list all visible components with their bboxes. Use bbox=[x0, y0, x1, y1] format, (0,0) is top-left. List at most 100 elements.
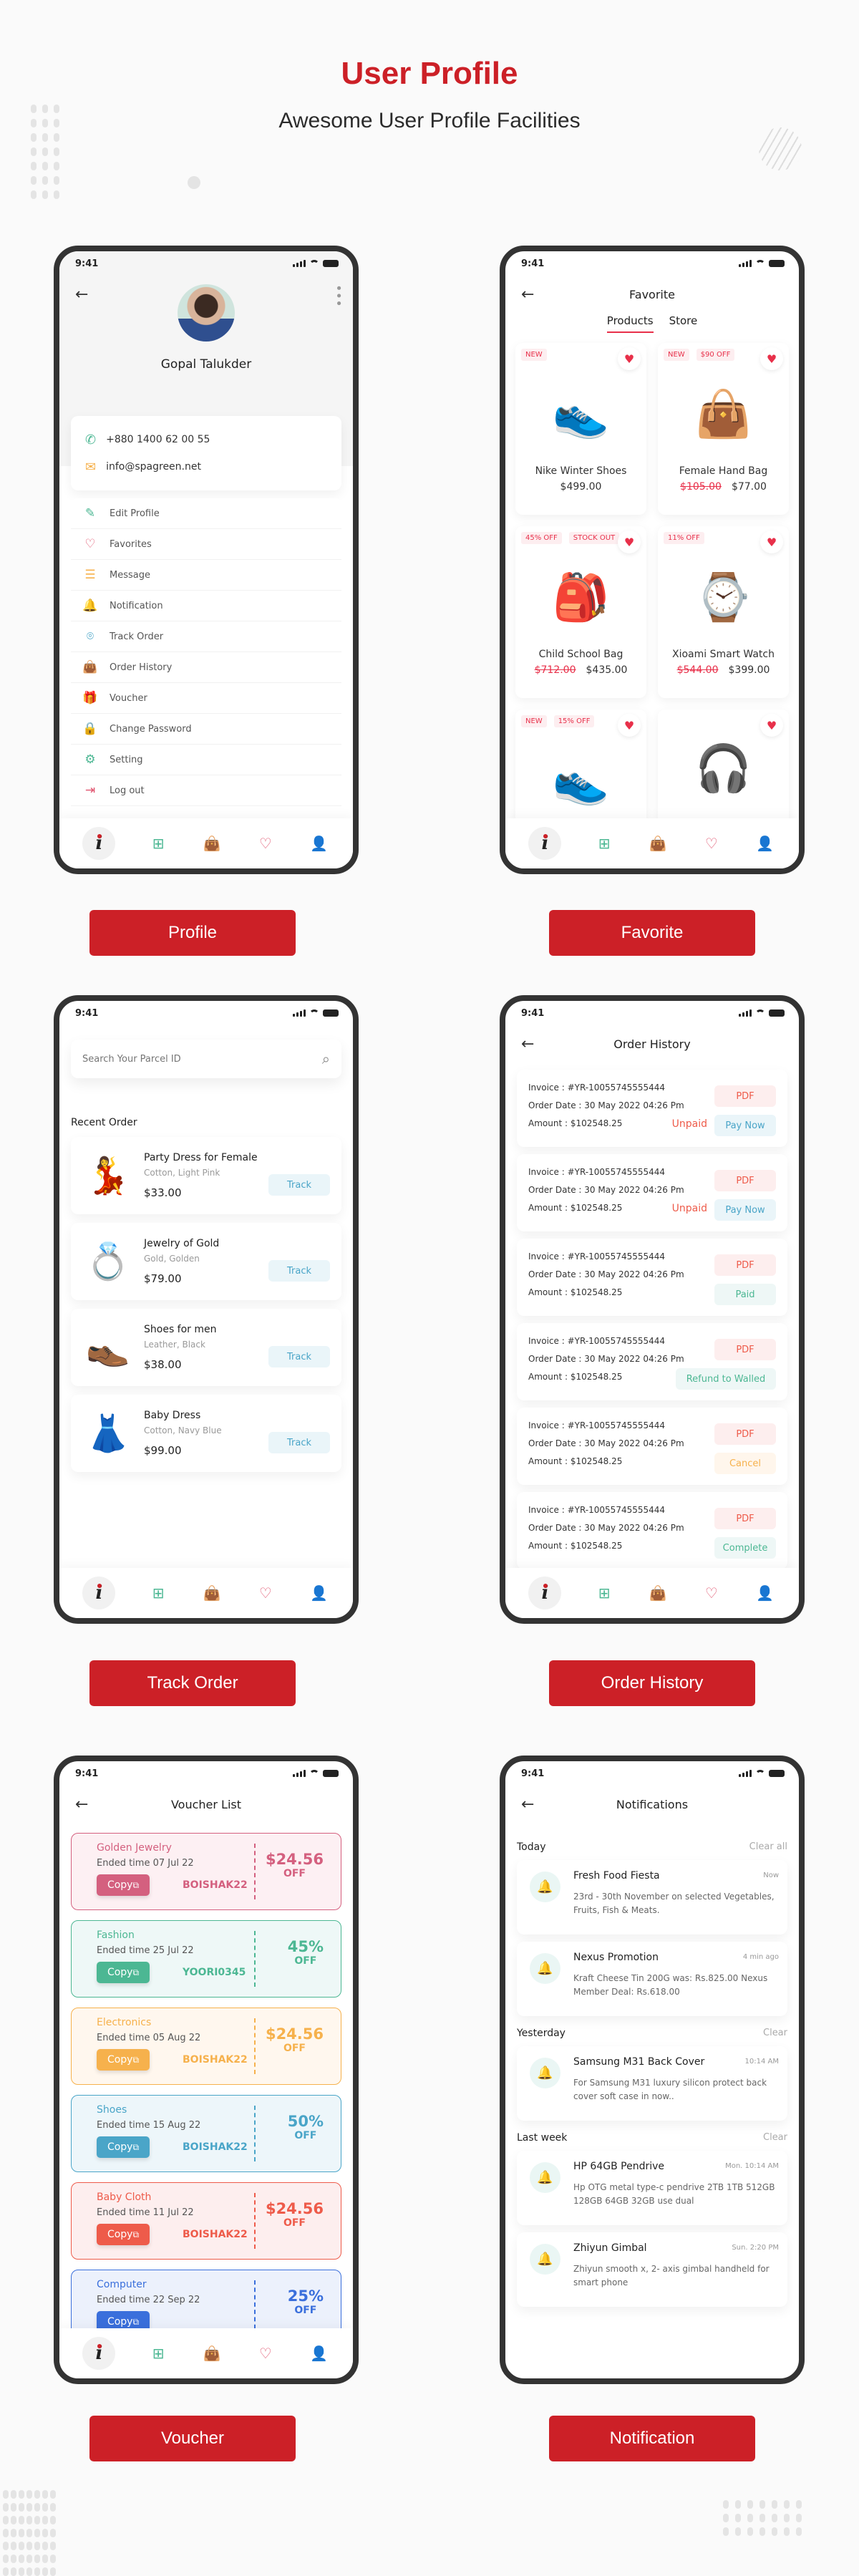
dot bbox=[50, 2529, 56, 2537]
status-action-button[interactable]: Pay Now bbox=[714, 1115, 776, 1136]
order-history-label-button[interactable]: Order History bbox=[549, 1660, 755, 1706]
dots-decoration bbox=[723, 2500, 802, 2536]
heart-icon[interactable]: ♡ bbox=[255, 1584, 276, 1602]
dot bbox=[31, 133, 37, 142]
home-logo-icon[interactable]: i bbox=[82, 827, 116, 860]
signal-icon bbox=[739, 1770, 752, 1777]
copy-button[interactable]: Copy ⧉ bbox=[97, 1962, 150, 1983]
notification-card[interactable]: 🔔 Fresh Food Fiesta Now 23rd - 30th Novembe… bbox=[517, 1860, 787, 1935]
copy-label: Copy bbox=[107, 2316, 133, 2328]
bag-icon[interactable]: 👜 bbox=[201, 2345, 223, 2362]
more-options-icon[interactable]: ••• bbox=[331, 284, 346, 307]
back-arrow-icon[interactable]: ← bbox=[75, 1796, 88, 1814]
clear-button[interactable]: Clear bbox=[763, 2028, 787, 2039]
grid-icon[interactable]: ⊞ bbox=[147, 2345, 169, 2362]
bag-icon[interactable]: 👜 bbox=[201, 835, 223, 852]
menu-item-voucher[interactable]: 🎁 Voucher bbox=[71, 683, 341, 714]
favorite-label-button[interactable]: Favorite bbox=[549, 910, 755, 956]
search-icon[interactable]: ⌕ bbox=[322, 1050, 330, 1067]
favorite-heart-icon[interactable]: ♥ bbox=[618, 347, 641, 370]
track-order-label-button[interactable]: Track Order bbox=[89, 1660, 296, 1706]
user-icon[interactable]: 👤 bbox=[754, 1584, 776, 1602]
menu-item-edit-profile[interactable]: ✎ Edit Profile bbox=[71, 498, 341, 529]
user-icon[interactable]: 👤 bbox=[309, 1584, 330, 1602]
track-button[interactable]: Track bbox=[268, 1260, 330, 1282]
heart-icon[interactable]: ♡ bbox=[255, 2345, 276, 2362]
voucher-code: BOISHAK22 bbox=[183, 2054, 248, 2066]
clear-button[interactable]: Clear bbox=[763, 2132, 787, 2144]
profile-label-button[interactable]: Profile bbox=[89, 910, 296, 956]
bag-icon[interactable]: 👜 bbox=[647, 1584, 669, 1602]
favorite-heart-icon[interactable]: ♥ bbox=[760, 714, 783, 737]
tab-products[interactable]: Products bbox=[606, 314, 654, 333]
pdf-button[interactable]: PDF bbox=[714, 1423, 776, 1445]
parcel-search-input[interactable] bbox=[82, 1053, 261, 1065]
track-button[interactable]: Track bbox=[268, 1346, 330, 1367]
pdf-button[interactable]: PDF bbox=[714, 1085, 776, 1107]
pdf-button[interactable]: PDF bbox=[714, 1339, 776, 1360]
menu-item-log-out[interactable]: ⇥ Log out bbox=[71, 775, 341, 806]
back-arrow-icon[interactable]: ← bbox=[521, 286, 534, 304]
grid-icon[interactable]: ⊞ bbox=[593, 835, 615, 852]
grid-icon[interactable]: ⊞ bbox=[593, 1584, 615, 1602]
track-button[interactable]: Track bbox=[268, 1432, 330, 1453]
track-button[interactable]: Track bbox=[268, 1174, 330, 1196]
home-logo-icon[interactable]: i bbox=[528, 827, 562, 860]
grid-icon[interactable]: ⊞ bbox=[147, 1584, 169, 1602]
copy-button[interactable]: Copy ⧉ bbox=[97, 2049, 150, 2071]
pdf-button[interactable]: PDF bbox=[714, 1170, 776, 1191]
user-icon[interactable]: 👤 bbox=[309, 2345, 330, 2362]
dot bbox=[784, 2527, 790, 2536]
menu-item-setting[interactable]: ⚙ Setting bbox=[71, 745, 341, 775]
heart-icon[interactable]: ♡ bbox=[255, 835, 276, 852]
favorite-heart-icon[interactable]: ♥ bbox=[618, 531, 641, 553]
product-card[interactable]: NEW $90 OFF ♥ 👜 Female Hand Bag $105.00 $77.00 bbox=[658, 343, 789, 515]
favorite-heart-icon[interactable]: ♥ bbox=[760, 531, 783, 553]
voucher-label-button[interactable]: Voucher bbox=[89, 2416, 296, 2461]
favorite-heart-icon[interactable]: ♥ bbox=[618, 714, 641, 737]
back-arrow-icon[interactable]: ← bbox=[521, 1035, 534, 1053]
home-logo-icon[interactable]: i bbox=[82, 1577, 116, 1609]
product-card[interactable]: 45% OFF STOCK OUT ♥ 🎒 Child School Bag $712.0… bbox=[515, 526, 646, 698]
notification-label-button[interactable]: Notification bbox=[549, 2416, 755, 2461]
copy-label: Copy bbox=[107, 2054, 133, 2066]
status-action-button[interactable]: Complete bbox=[714, 1537, 776, 1559]
pdf-button[interactable]: PDF bbox=[714, 1254, 776, 1276]
product-card[interactable]: 11% OFF ♥ ⌚ Xioami Smart Watch $544.00 $399.0… bbox=[658, 526, 789, 698]
status-action-button[interactable]: Refund to Walled bbox=[676, 1368, 776, 1390]
menu-item-track-order[interactable]: ⌾ Track Order bbox=[71, 621, 341, 652]
status-action-button[interactable]: Pay Now bbox=[714, 1199, 776, 1221]
notification-card[interactable]: 🔔 Nexus Promotion 4 min ago Kraft Cheese Ti… bbox=[517, 1942, 787, 2016]
menu-item-message[interactable]: ☰ Message bbox=[71, 560, 341, 591]
menu-item-order-history[interactable]: 👜 Order History bbox=[71, 652, 341, 683]
bag-icon[interactable]: 👜 bbox=[647, 835, 669, 852]
bag-icon[interactable]: 👜 bbox=[201, 1584, 223, 1602]
user-icon[interactable]: 👤 bbox=[754, 835, 776, 852]
heart-icon[interactable]: ♡ bbox=[701, 835, 722, 852]
copy-button[interactable]: Copy ⧉ bbox=[97, 1874, 150, 1896]
back-arrow-icon[interactable]: ← bbox=[75, 286, 88, 304]
copy-label: Copy bbox=[107, 1967, 133, 1978]
tab-store[interactable]: Store bbox=[669, 314, 698, 333]
grid-icon[interactable]: ⊞ bbox=[147, 835, 169, 852]
home-logo-icon[interactable]: i bbox=[82, 2337, 116, 2370]
status-action-button[interactable]: Cancel bbox=[714, 1453, 776, 1474]
heart-icon[interactable]: ♡ bbox=[701, 1584, 722, 1602]
copy-button[interactable]: Copy ⧉ bbox=[97, 2136, 150, 2158]
user-icon[interactable]: 👤 bbox=[309, 835, 330, 852]
copy-button[interactable]: Copy ⧉ bbox=[97, 2224, 150, 2245]
circle-decoration bbox=[188, 176, 200, 189]
status-action-button[interactable]: Paid bbox=[714, 1284, 776, 1305]
back-arrow-icon[interactable]: ← bbox=[521, 1796, 534, 1814]
notification-card[interactable]: 🔔 HP 64GB Pendrive Mon. 10:14 AM Hp OTG met… bbox=[517, 2151, 787, 2225]
menu-item-notification[interactable]: 🔔 Notification bbox=[71, 591, 341, 621]
menu-item-change-password[interactable]: 🔒 Change Password bbox=[71, 714, 341, 745]
notification-card[interactable]: 🔔 Zhiyun Gimbal Sun. 2:20 PM Zhiyun smooth … bbox=[517, 2232, 787, 2307]
home-logo-icon[interactable]: i bbox=[528, 1577, 562, 1609]
clear-button[interactable]: Clear all bbox=[749, 1841, 787, 1853]
menu-item-favorites[interactable]: ♡ Favorites bbox=[71, 529, 341, 560]
favorite-heart-icon[interactable]: ♥ bbox=[760, 347, 783, 370]
pdf-button[interactable]: PDF bbox=[714, 1508, 776, 1529]
notification-card[interactable]: 🔔 Samsung M31 Back Cover 10:14 AM For Samsu… bbox=[517, 2046, 787, 2121]
product-card[interactable]: NEW ♥ 👟 Nike Winter Shoes $499.00 bbox=[515, 343, 646, 515]
